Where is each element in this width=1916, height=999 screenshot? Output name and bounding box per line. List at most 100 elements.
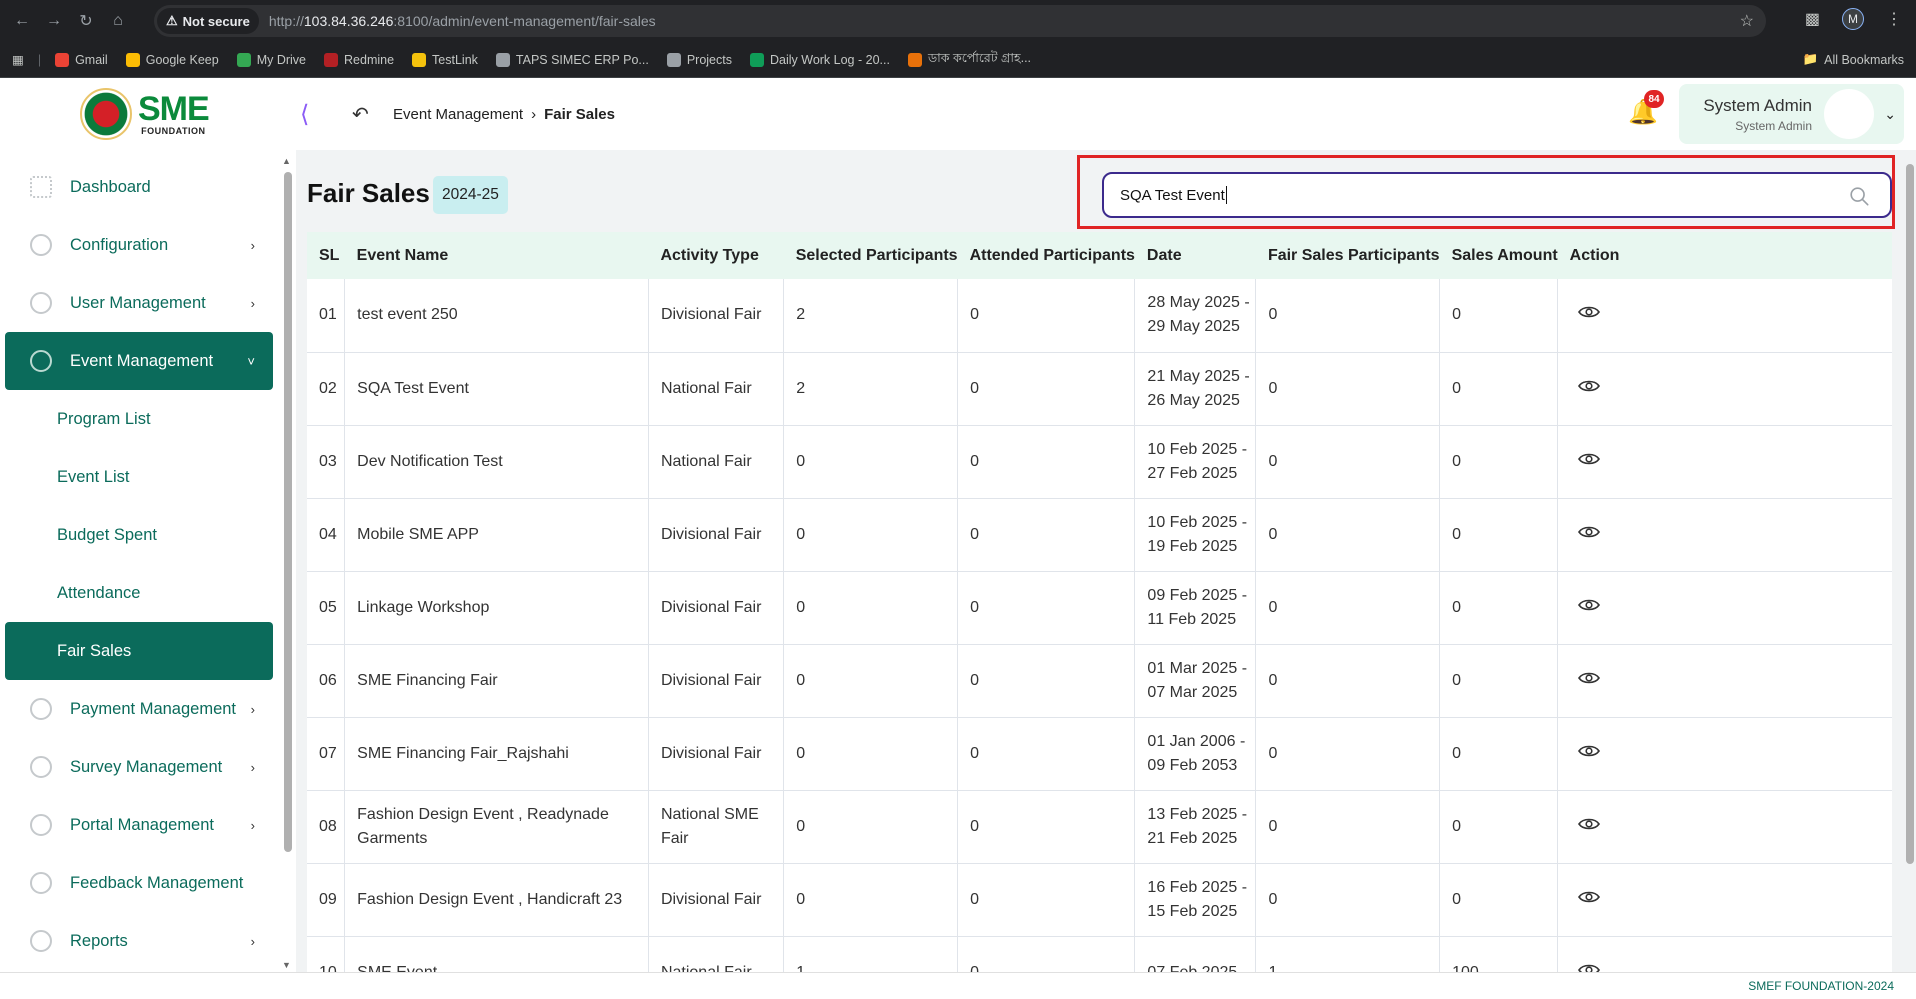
- sidebar-item-reports[interactable]: Reports ›: [5, 912, 273, 970]
- sidebar-item-survey-management[interactable]: Survey Management ›: [5, 738, 273, 796]
- chevron-right-icon: ›: [531, 106, 537, 123]
- bookmark-item[interactable]: My Drive: [236, 52, 306, 67]
- sidebar-item-portal-management[interactable]: Portal Management ›: [5, 796, 273, 854]
- bookmark-item[interactable]: Projects: [666, 52, 732, 67]
- cell-sl: 08: [307, 790, 346, 864]
- forward-arrow-icon[interactable]: →: [40, 7, 68, 35]
- bookmark-star-icon[interactable]: ☆: [1740, 11, 1754, 31]
- cell-action[interactable]: [1557, 717, 1892, 791]
- chevron-down-icon[interactable]: ⌄: [1884, 106, 1896, 123]
- cell-action[interactable]: [1557, 936, 1892, 973]
- view-eye-icon[interactable]: [1578, 963, 1601, 973]
- view-eye-icon[interactable]: [1578, 671, 1601, 685]
- cell-date: 07 Feb 2025 -: [1134, 936, 1257, 972]
- sidebar-item-payment-management[interactable]: Payment Management ›: [5, 680, 273, 738]
- bookmark-item[interactable]: TAPS SIMEC ERP Po...: [495, 52, 649, 67]
- sidebar-item-user-management[interactable]: User Management ›: [5, 274, 273, 332]
- cell-action[interactable]: [1557, 571, 1892, 645]
- back-arrow-icon[interactable]: ←: [8, 7, 36, 35]
- all-bookmarks[interactable]: 📁 All Bookmarks: [1803, 52, 1904, 67]
- view-eye-icon[interactable]: [1578, 525, 1601, 539]
- bookmark-item[interactable]: Google Keep: [125, 52, 219, 67]
- address-bar[interactable]: ⚠ Not secure http://103.84.36.246:8100/a…: [154, 5, 1766, 37]
- notification-badge: 84: [1644, 90, 1664, 108]
- profile-avatar[interactable]: M: [1842, 8, 1864, 30]
- cell-sl: 02: [307, 352, 346, 426]
- sidebar-item-feedback-management[interactable]: Feedback Management: [5, 854, 273, 912]
- cell-action[interactable]: [1557, 425, 1892, 499]
- sidebar-item-event-management[interactable]: Event Management ˅: [5, 332, 273, 390]
- sidebar-item-attendance[interactable]: Attendance: [5, 564, 273, 622]
- bookmark-item[interactable]: Gmail: [55, 52, 108, 67]
- view-eye-icon[interactable]: [1578, 890, 1601, 904]
- view-eye-icon[interactable]: [1578, 379, 1601, 393]
- sidebar-item-budget-spent[interactable]: Budget Spent: [5, 506, 273, 564]
- sme-foundation-logo[interactable]: SME FOUNDATION: [80, 88, 210, 140]
- apps-grid-icon[interactable]: ▦: [12, 52, 24, 67]
- page-scroll-thumb[interactable]: [1906, 164, 1914, 864]
- sidebar-item-dashboard[interactable]: Dashboard: [5, 158, 273, 216]
- url-text[interactable]: http://103.84.36.246:8100/admin/event-ma…: [269, 13, 656, 29]
- cell-name: Fashion Design Event , Handicraft 23: [344, 863, 649, 937]
- cell-action[interactable]: [1557, 863, 1892, 937]
- bookmark-item[interactable]: Redmine: [324, 52, 394, 67]
- cell-sales: 0: [1439, 790, 1559, 864]
- view-eye-icon[interactable]: [1578, 305, 1601, 319]
- page-scrollbar[interactable]: [1903, 150, 1916, 972]
- cell-selected: 0: [783, 863, 959, 937]
- sidebar-collapse-icon[interactable]: ⟨: [300, 100, 309, 129]
- kebab-menu-icon[interactable]: ⋮: [1886, 9, 1902, 29]
- logo-wordmark: SME: [138, 90, 210, 128]
- sidebar-scrollbar[interactable]: ▲ ▼: [281, 156, 293, 970]
- search-input[interactable]: SQA Test Event: [1102, 172, 1892, 218]
- sidebar-item-event-list[interactable]: Event List: [5, 448, 273, 506]
- bangladesh-emblem-icon: [80, 88, 132, 140]
- bookmark-item[interactable]: Daily Work Log - 20...: [749, 52, 890, 67]
- scroll-up-icon[interactable]: ▲: [282, 156, 291, 166]
- scroll-down-icon[interactable]: ▼: [282, 960, 291, 970]
- bookmark-favicon-icon: [495, 52, 510, 67]
- cell-fair: 0: [1255, 863, 1441, 937]
- cell-action[interactable]: [1557, 790, 1892, 864]
- view-eye-icon[interactable]: [1578, 744, 1601, 758]
- cell-name: test event 250: [344, 279, 649, 353]
- view-eye-icon[interactable]: [1578, 817, 1601, 831]
- bookmark-item[interactable]: ডাক কর্পোরেট গ্রাহ...: [907, 50, 1031, 70]
- cell-name: SME Event: [344, 936, 649, 972]
- cell-sl: 07: [307, 717, 346, 791]
- cell-action[interactable]: [1557, 352, 1892, 426]
- sidebar-item-fair-sales[interactable]: Fair Sales: [5, 622, 273, 680]
- bookmark-item[interactable]: TestLink: [412, 52, 478, 67]
- cell-action[interactable]: [1557, 644, 1892, 718]
- date-start: 10 Feb 2025 -: [1147, 440, 1248, 458]
- home-icon[interactable]: ⌂: [104, 7, 132, 35]
- cell-name: SME Financing Fair_Rajshahi: [344, 717, 649, 791]
- browser-toolbar: ← → ↻ ⌂ ⚠ Not secure http://103.84.36.24…: [0, 0, 1916, 42]
- breadcrumb-event-management[interactable]: Event Management: [393, 106, 523, 123]
- view-eye-icon[interactable]: [1578, 598, 1601, 612]
- cell-type: National Fair: [648, 352, 785, 426]
- bookmark-favicon-icon: [666, 52, 681, 67]
- user-menu[interactable]: System Admin System Admin ⌄: [1679, 84, 1904, 144]
- cell-action[interactable]: [1557, 498, 1892, 572]
- cell-type: National Fair: [648, 936, 785, 972]
- cell-fair: 0: [1255, 644, 1441, 718]
- chevron-right-icon: ›: [250, 237, 255, 253]
- view-eye-icon[interactable]: [1578, 452, 1601, 466]
- search-icon[interactable]: [1848, 185, 1870, 207]
- sidebar-scroll-thumb[interactable]: [284, 172, 292, 852]
- sidebar-item-program-list[interactable]: Program List: [5, 390, 273, 448]
- extensions-icon[interactable]: ▩: [1805, 9, 1820, 29]
- cell-fair: 1: [1255, 936, 1441, 972]
- date-end: 21 Feb 2025: [1147, 829, 1238, 847]
- app-header: SME FOUNDATION ⟨ ↶ Event Management › Fa…: [0, 78, 1916, 150]
- reload-icon[interactable]: ↻: [72, 7, 100, 35]
- security-indicator[interactable]: ⚠ Not secure: [157, 8, 259, 34]
- sidebar-item-configuration[interactable]: Configuration ›: [5, 216, 273, 274]
- cell-name: SQA Test Event: [344, 352, 649, 426]
- footer: SMEF FOUNDATION-2024: [0, 972, 1916, 999]
- breadcrumb-current: Fair Sales: [544, 106, 615, 123]
- cell-action[interactable]: [1557, 279, 1892, 353]
- undo-back-icon[interactable]: ↶: [352, 102, 369, 127]
- column-header: Action: [1557, 232, 1892, 279]
